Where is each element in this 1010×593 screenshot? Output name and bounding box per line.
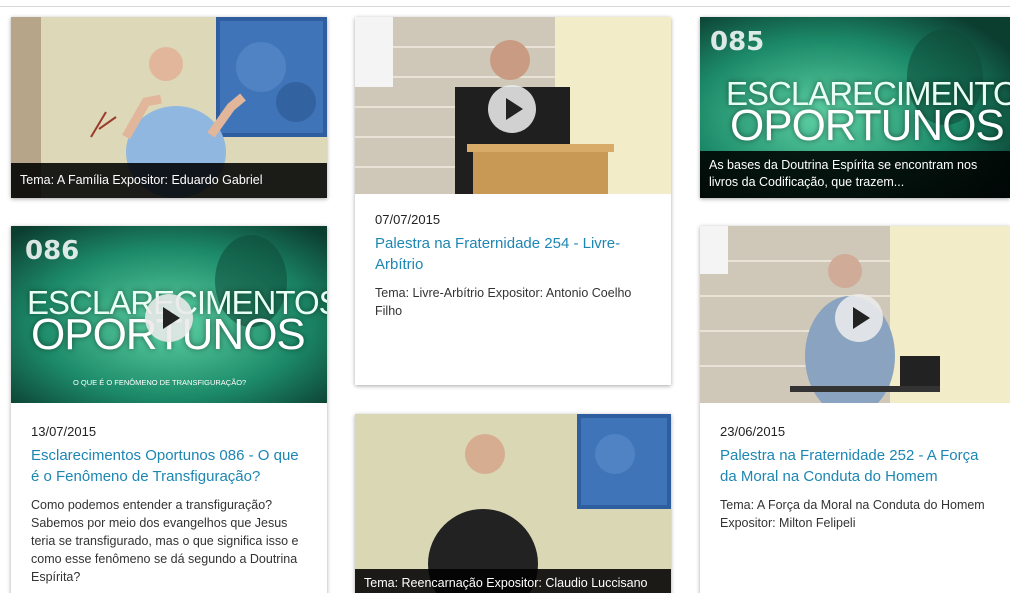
thumbnail-number: 086 <box>25 236 80 266</box>
video-card-1[interactable]: Tema: A Família Expositor: Eduardo Gabri… <box>11 17 327 198</box>
play-icon[interactable] <box>145 294 193 342</box>
top-divider <box>0 6 1010 7</box>
video-title-link[interactable]: Palestra na Fraternidade 252 - A Força d… <box>720 445 990 487</box>
video-card-2[interactable]: 07/07/2015 Palestra na Fraternidade 254 … <box>355 17 671 385</box>
video-card-6[interactable]: 23/06/2015 Palestra na Fraternidade 252 … <box>700 226 1010 593</box>
video-date: 13/07/2015 <box>31 424 97 439</box>
video-thumbnail[interactable] <box>700 226 1010 403</box>
video-thumbnail[interactable] <box>355 414 671 593</box>
play-icon[interactable] <box>488 85 536 133</box>
video-card-4[interactable]: 086 ESCLARECIMENTOS OPORTUNOS O QUE É O … <box>11 226 327 593</box>
video-caption: As bases da Doutrina Espírita se encontr… <box>700 151 1010 198</box>
video-title-link[interactable]: Palestra na Fraternidade 254 - Livre-Arb… <box>375 233 651 275</box>
video-card-3[interactable]: 085 ESCLARECIMENTOS OPORTUNOS As bases d… <box>700 17 1010 198</box>
video-date: 07/07/2015 <box>375 212 441 227</box>
video-description: Tema: A Força da Moral na Conduta do Hom… <box>720 498 985 530</box>
video-thumbnail[interactable] <box>355 17 671 194</box>
video-caption: Tema: A Família Expositor: Eduardo Gabri… <box>11 163 327 198</box>
thumbnail-number: 085 <box>710 27 765 57</box>
video-card-5[interactable]: Tema: Reencarnação Expositor: Claudio Lu… <box>355 414 671 593</box>
video-description: Tema: Livre-Arbítrio Expositor: Antonio … <box>375 286 632 318</box>
video-title-link[interactable]: Esclarecimentos Oportunos 086 - O que é … <box>31 445 307 487</box>
video-date: 23/06/2015 <box>720 424 786 439</box>
video-thumbnail[interactable]: 086 ESCLARECIMENTOS OPORTUNOS O QUE É O … <box>11 226 327 403</box>
video-caption: Tema: Reencarnação Expositor: Claudio Lu… <box>355 569 671 593</box>
thumbnail-subtitle: O QUE É O FENÔMENO DE TRANSFIGURAÇÃO? <box>73 378 247 387</box>
video-description: Como podemos entender a transfiguração? … <box>31 498 299 584</box>
play-icon[interactable] <box>835 294 883 342</box>
thumbnail-heading-2: OPORTUNOS <box>730 101 1005 150</box>
